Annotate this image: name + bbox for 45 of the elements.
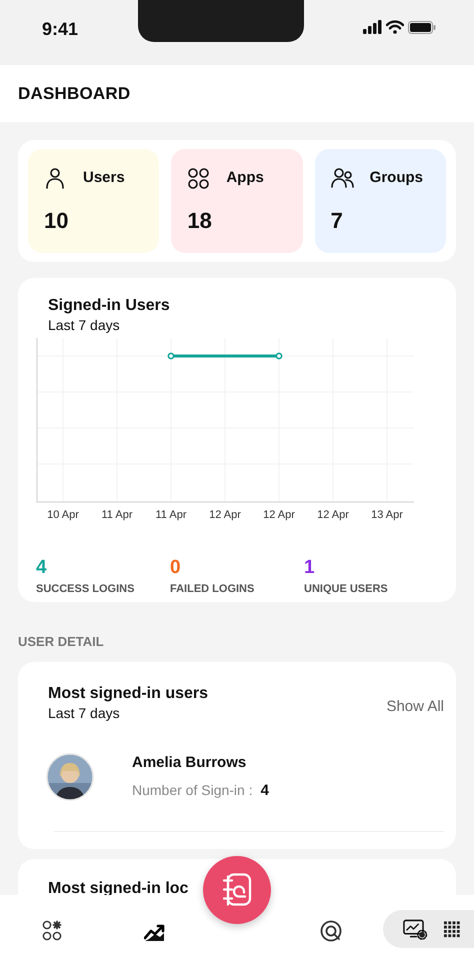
axis-label: 12 Apr [316, 508, 350, 524]
tile-count: 7 [330, 207, 344, 235]
grid-menu-icon[interactable] [444, 920, 460, 938]
mention-icon [320, 920, 342, 942]
tile-label: Users [83, 168, 125, 188]
axis-label: 10 Apr [46, 508, 80, 524]
user-name: Amelia Burrows [132, 752, 248, 773]
page-title: DASHBOARD [18, 82, 130, 105]
user-icon [44, 167, 67, 190]
card-title: Most signed-in loc [48, 880, 188, 898]
battery-icon [408, 20, 436, 34]
card-title: Most signed-in users [48, 684, 208, 704]
axis-label: 12 Apr [262, 508, 296, 524]
tile-label: Groups [370, 168, 423, 188]
tile-count: 18 [187, 207, 213, 235]
metric-value: 4 [260, 781, 269, 802]
wifi-icon [386, 20, 404, 34]
status-time: 9:41 [42, 18, 78, 41]
axis-label: 12 Apr [208, 508, 242, 524]
signal-icon [363, 20, 382, 34]
chart-title: Signed-in Users [48, 296, 171, 316]
tile-label: Apps [226, 168, 264, 188]
section-heading: USER DETAIL [18, 633, 105, 651]
card-subtitle: Last 7 days [48, 704, 121, 722]
chart-subtitle: Last 7 days [48, 316, 121, 334]
apps-icon [187, 167, 210, 190]
axis-label: 13 Apr [370, 508, 404, 524]
metric-label: Number of Sign-in : [132, 781, 253, 800]
stat-label: FAILED LOGINS [170, 582, 256, 597]
show-all-link[interactable]: Show All [386, 696, 444, 722]
group-icon [330, 167, 354, 190]
axis-label: 11 Apr [100, 508, 134, 524]
summary-tile[interactable]: Users 10 [28, 149, 160, 253]
stat-value: 4 [36, 558, 48, 579]
apps-icon [42, 920, 64, 942]
stat-label: UNIQUE USERS [304, 582, 389, 597]
summary-tile[interactable]: Apps 18 [171, 149, 303, 253]
stat-value: 0 [170, 558, 182, 579]
summary-tile[interactable]: Groups 7 [314, 149, 446, 253]
monitor-settings-icon[interactable] [403, 918, 428, 940]
notebook-icon [222, 873, 252, 907]
stat-value: 1 [304, 558, 316, 579]
tile-count: 10 [44, 207, 70, 235]
stat-label: SUCCESS LOGINS [36, 582, 136, 597]
axis-label: 11 Apr [154, 508, 188, 524]
